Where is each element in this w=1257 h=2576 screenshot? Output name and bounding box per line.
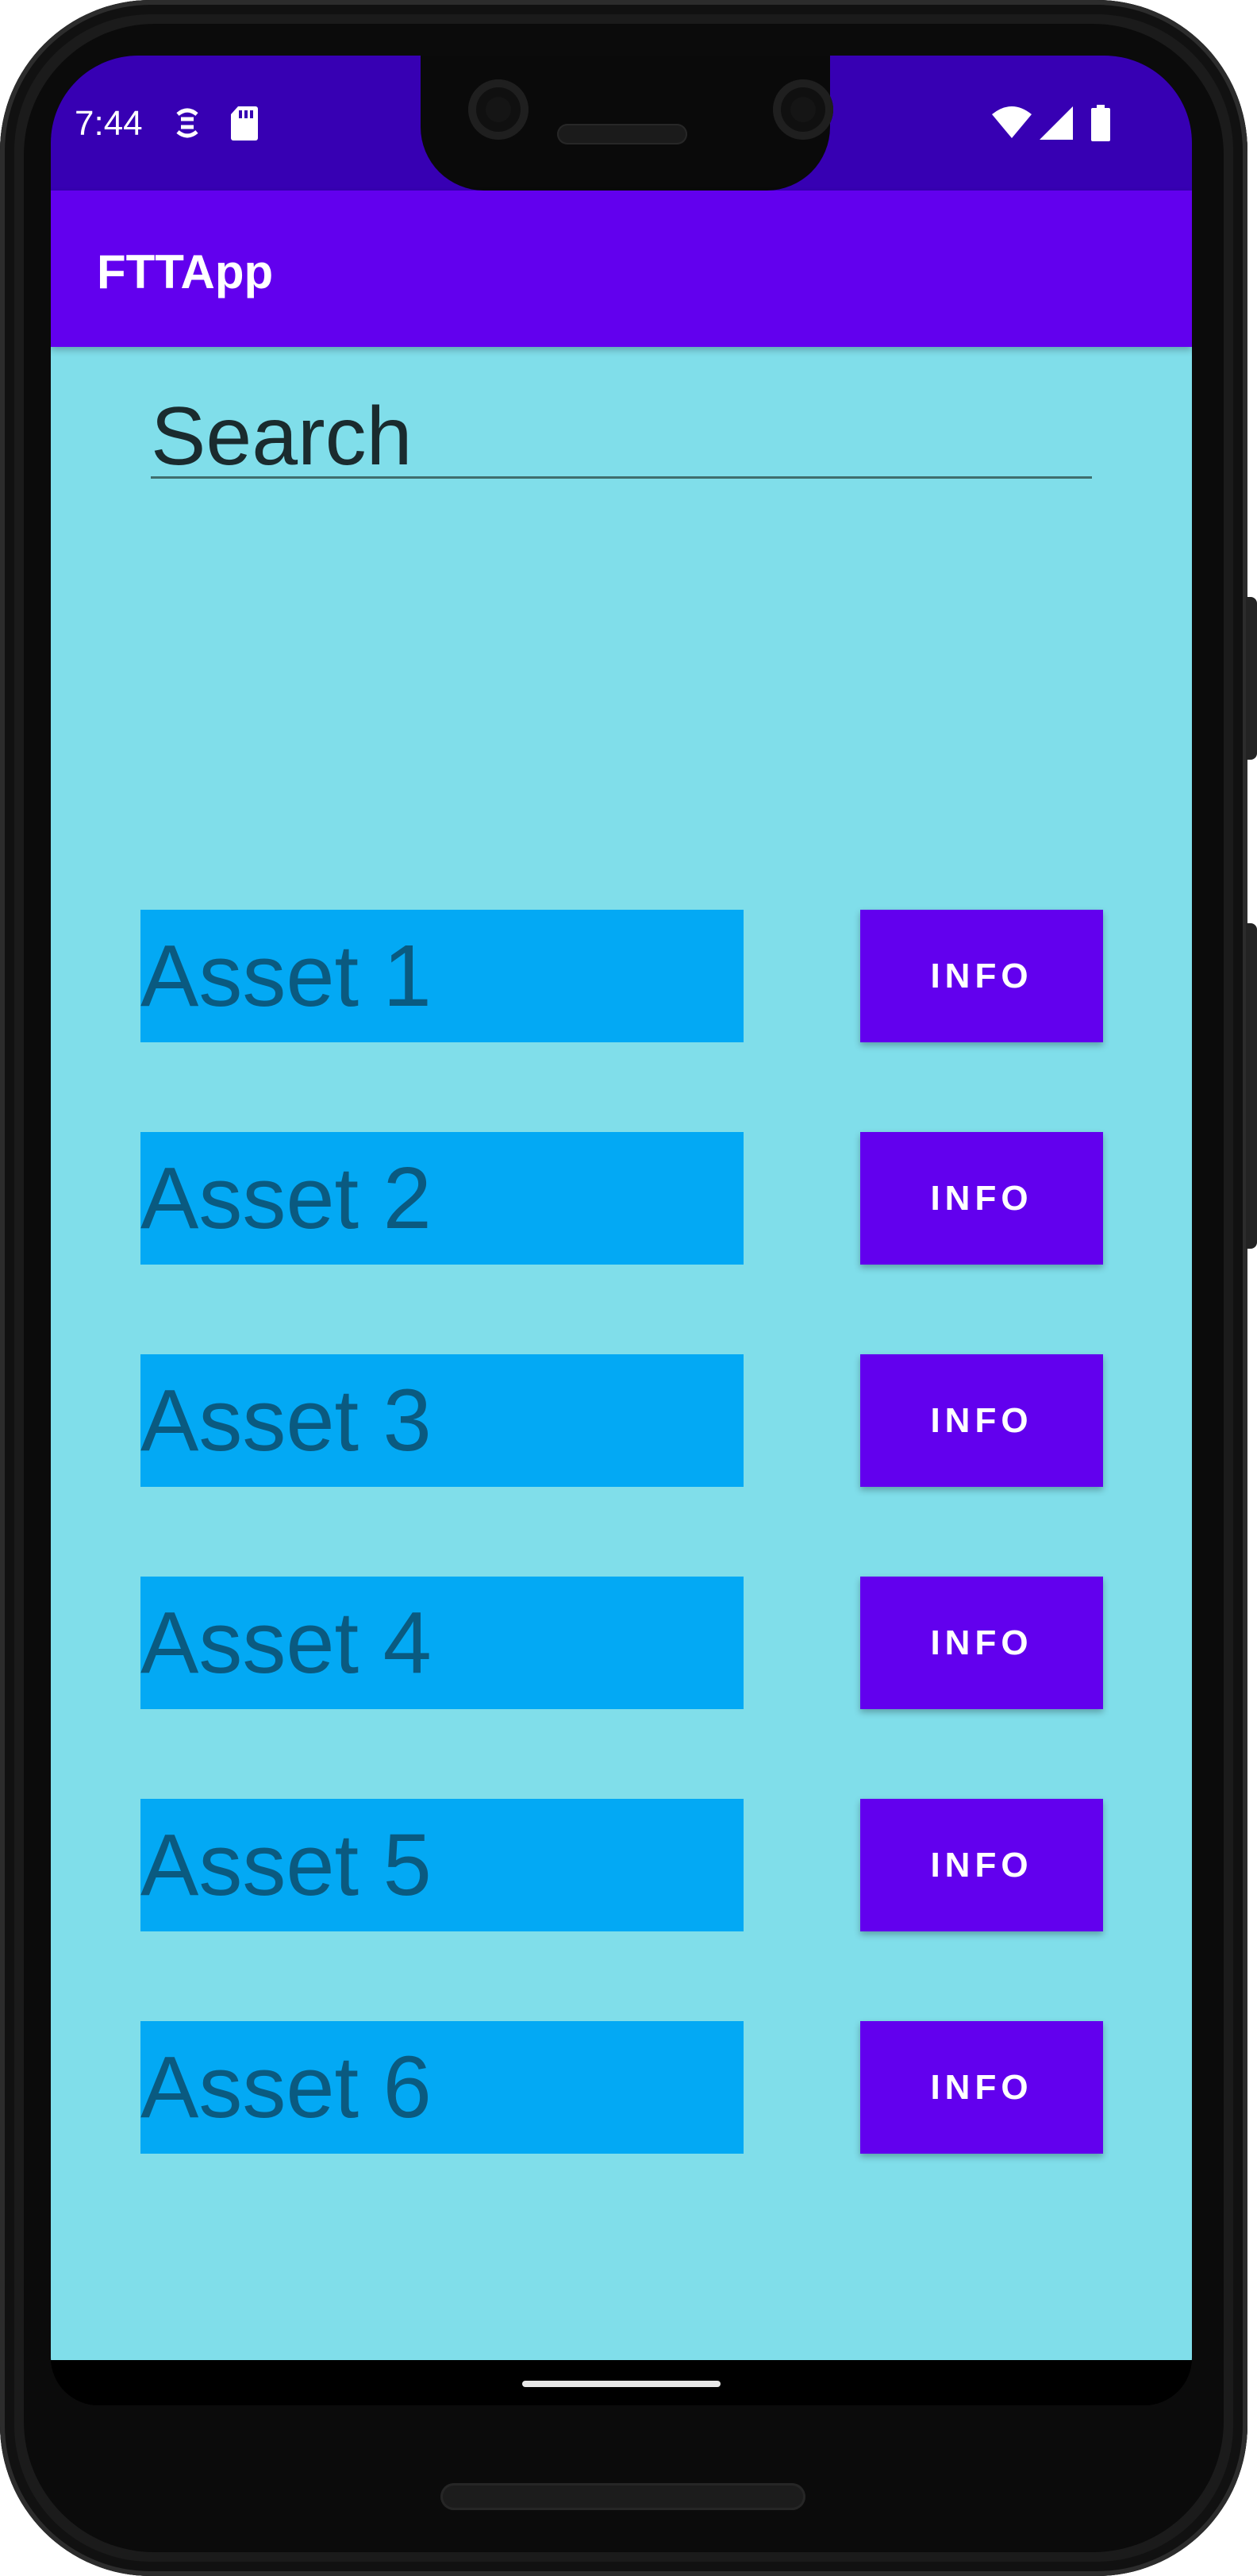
info-button-2[interactable]: INFO [860, 1132, 1103, 1265]
status-time: 7:44 [75, 104, 143, 143]
asset-label-3: Asset 3 [140, 1354, 744, 1487]
search-input[interactable] [151, 397, 1092, 479]
camera-notch [421, 56, 833, 191]
home-gesture-handle[interactable] [522, 2381, 721, 2387]
asset-label-1: Asset 1 [140, 910, 744, 1042]
wifi-icon [990, 105, 1033, 141]
camera-icon [468, 79, 529, 140]
asset-label-6: Asset 6 [140, 2021, 744, 2154]
info-button-1[interactable]: INFO [860, 910, 1103, 1042]
bottom-speaker [440, 2483, 805, 2510]
power-button [1246, 597, 1257, 760]
sync-icon [171, 105, 203, 141]
app-bar: FTTApp [51, 191, 1192, 347]
earpiece-speaker [557, 124, 687, 144]
screen: 7:44 FTTApp Search Asset 1 INFO Asset 2 … [51, 56, 1192, 2405]
info-button-5[interactable]: INFO [860, 1799, 1103, 1931]
navigation-bar [51, 2360, 1192, 2405]
app-title: FTTApp [97, 245, 274, 298]
signal-icon [1038, 105, 1074, 141]
camera-icon [773, 79, 833, 140]
sd-card-icon [230, 105, 259, 141]
info-button-4[interactable]: INFO [860, 1577, 1103, 1709]
info-button-6[interactable]: INFO [860, 2021, 1103, 2154]
asset-label-5: Asset 5 [140, 1799, 744, 1931]
volume-rocker [1246, 923, 1257, 1249]
asset-label-4: Asset 4 [140, 1577, 744, 1709]
info-button-3[interactable]: INFO [860, 1354, 1103, 1487]
asset-label-2: Asset 2 [140, 1132, 744, 1265]
battery-icon [1090, 105, 1111, 141]
